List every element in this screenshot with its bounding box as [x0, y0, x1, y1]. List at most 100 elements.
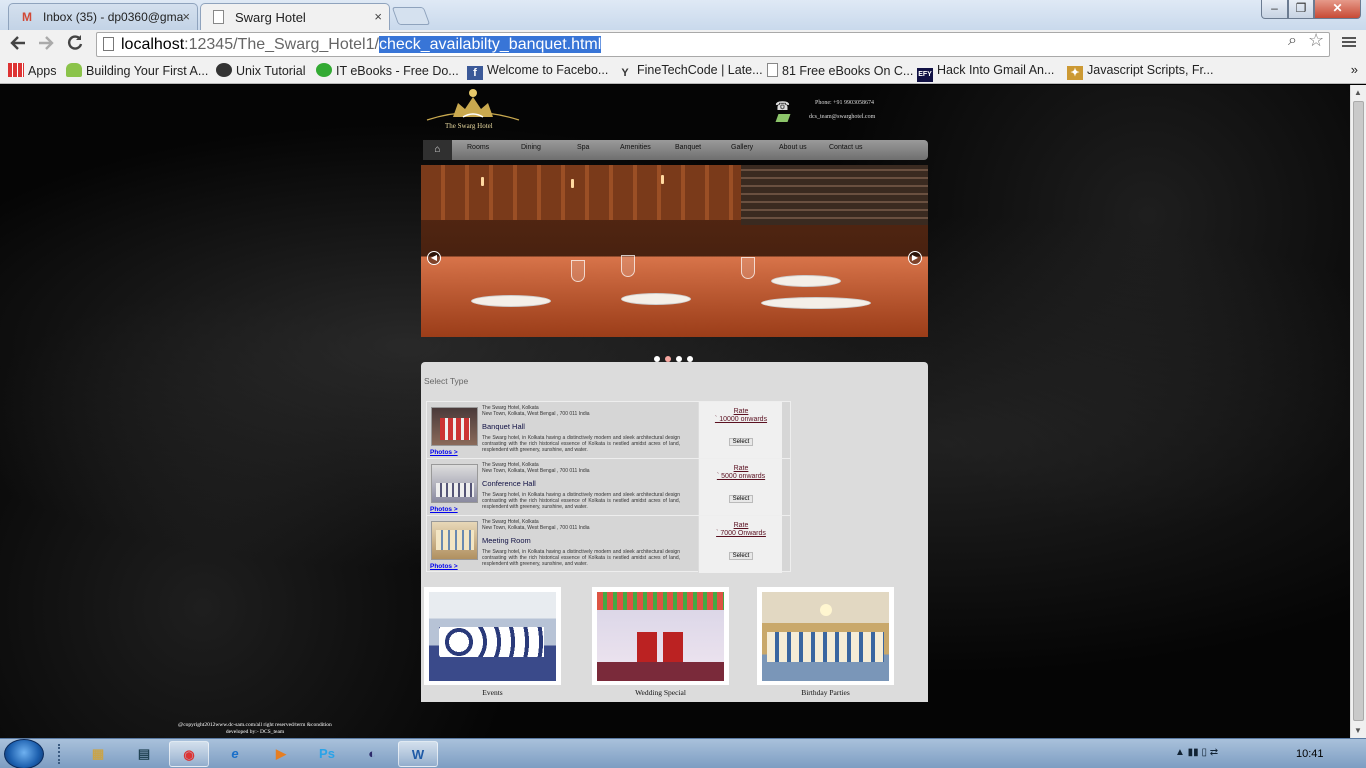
- photos-link[interactable]: Photos >: [430, 506, 458, 513]
- venue-thumbnail[interactable]: [431, 521, 478, 560]
- bookmark-javascript[interactable]: ✦ Javascript Scripts, Fr...: [1067, 63, 1213, 80]
- nav-about-us[interactable]: About us: [779, 144, 807, 151]
- rate-label: Rate: [733, 522, 749, 529]
- windows-taskbar: ▦ ▤ ◉ e ▶ Ps ◐ W ▲ ▮▮ ▯ ⇄ 10:41: [0, 738, 1366, 768]
- bookmark-facebook[interactable]: f Welcome to Facebo...: [467, 63, 608, 80]
- rate-box: Rate ` 5000 onwards Select: [698, 459, 782, 516]
- bookmark-star-icon[interactable]: ☆: [1308, 30, 1324, 51]
- system-tray-icons[interactable]: ▲ ▮▮ ▯ ⇄: [1175, 747, 1218, 758]
- slider-photo-shelf: [741, 165, 928, 225]
- photos-link[interactable]: Photos >: [430, 563, 458, 570]
- nav-dining[interactable]: Dining: [521, 144, 541, 151]
- taskbar-internet-explorer-icon[interactable]: e: [215, 741, 255, 767]
- scrollbar-thumb[interactable]: [1353, 101, 1364, 721]
- venue-thumbnail[interactable]: [431, 407, 478, 446]
- nav-contact-us[interactable]: Contact us: [829, 144, 862, 151]
- slider-glass: [741, 257, 755, 279]
- nav-rooms[interactable]: Rooms: [467, 144, 489, 151]
- gallery-card-birthday[interactable]: [757, 587, 894, 685]
- slider-glass: [621, 255, 635, 277]
- footer-developer: developed by:- DCS_team: [225, 729, 285, 735]
- tab-title: Swarg Hotel: [235, 10, 306, 25]
- tab-close-button[interactable]: ×: [182, 9, 190, 24]
- contact-phone: Phone: +91 9903058674: [815, 100, 875, 106]
- nav-spa[interactable]: Spa: [577, 144, 589, 151]
- bookmark-finetech[interactable]: Y FineTechCode | Late...: [617, 63, 762, 80]
- banquet-content-panel: Select Type Photos > The Swarg Hotel, Ko…: [421, 362, 928, 702]
- search-icon[interactable]: ⌕: [1288, 32, 1297, 50]
- home-icon[interactable]: ⌂: [423, 140, 452, 160]
- bookmarks-more-button[interactable]: »: [1351, 62, 1358, 77]
- photos-link[interactable]: Photos >: [430, 449, 458, 456]
- birthday-photo: [762, 592, 889, 681]
- nav-gallery[interactable]: Gallery: [731, 144, 753, 151]
- new-tab-button[interactable]: [391, 7, 431, 25]
- gallery-card-wedding[interactable]: [592, 587, 729, 685]
- gallery-caption: Birthday Parties: [801, 688, 850, 697]
- bookmark-unix[interactable]: Unix Tutorial: [216, 63, 305, 78]
- url-path: :12345/The_Swarg_Hotel1/: [184, 36, 379, 53]
- reload-button[interactable]: [63, 33, 87, 55]
- vertical-scrollbar[interactable]: ▲ ▼: [1350, 85, 1366, 738]
- taskbar-word-icon[interactable]: W: [398, 741, 438, 767]
- select-button[interactable]: Select: [729, 552, 753, 560]
- taskbar-windows-explorer-icon[interactable]: ▤: [124, 741, 164, 767]
- bookmark-gmail-hack[interactable]: EFY Hack Into Gmail An...: [917, 63, 1054, 82]
- venue-description: The Swarg hotel, in Kolkata having a dis…: [482, 492, 680, 510]
- venue-row-banquet-hall: Photos > The Swarg Hotel, Kolkata New To…: [426, 401, 791, 459]
- bookmark-ebooks[interactable]: 81 Free eBooks On C...: [767, 63, 913, 78]
- tab-close-button[interactable]: ×: [374, 9, 382, 24]
- rate-box: Rate ` 7000 Onwards Select: [698, 516, 782, 573]
- venue-row-meeting-room: Photos > The Swarg Hotel, Kolkata New To…: [426, 515, 791, 573]
- contact-email[interactable]: dcs_team@swarghotel.com: [809, 114, 875, 120]
- venue-name[interactable]: Meeting Room: [482, 536, 531, 545]
- taskbar-media-player-icon[interactable]: ▶: [261, 741, 301, 767]
- wedding-photo: [597, 592, 724, 681]
- maximize-button[interactable]: ❐: [1288, 0, 1314, 19]
- bookmark-apps[interactable]: Apps: [8, 63, 57, 78]
- taskbar-chrome-icon[interactable]: ◉: [169, 741, 209, 767]
- bookmark-label: Hack Into Gmail An...: [937, 63, 1055, 77]
- footer-copyright[interactable]: @copyright2012www.dc-sam.com/all right r…: [165, 722, 345, 729]
- back-button[interactable]: [6, 33, 30, 55]
- scroll-down-icon[interactable]: ▼: [1354, 726, 1362, 735]
- venue-description: The Swarg hotel, in Kolkata having a dis…: [482, 435, 680, 453]
- main-nav: ⌂ Rooms Dining Spa Amenities Banquet Gal…: [423, 140, 928, 160]
- taskbar-clock[interactable]: 10:41: [1296, 748, 1324, 760]
- bookmark-label: IT eBooks - Free Do...: [336, 64, 459, 78]
- minimize-button[interactable]: –: [1261, 0, 1288, 19]
- address-bar[interactable]: localhost:12345/The_Swarg_Hotel1/check_a…: [96, 32, 1330, 57]
- nav-amenities[interactable]: Amenities: [620, 144, 651, 151]
- page-viewport: The Swarg Hotel ☎ Phone: +91 9903058674 …: [0, 85, 1350, 738]
- tab-inbox[interactable]: M Inbox (35) - dp0360@gma ×: [8, 3, 198, 30]
- slider-next-icon[interactable]: ▶: [908, 251, 922, 265]
- nav-banquet[interactable]: Banquet: [675, 144, 701, 151]
- bookmark-label: Unix Tutorial: [236, 64, 306, 78]
- browser-toolbar: localhost:12345/The_Swarg_Hotel1/check_a…: [0, 30, 1366, 58]
- tab-swarg-hotel[interactable]: Swarg Hotel ×: [200, 3, 390, 30]
- taskbar-eclipse-icon[interactable]: ◐: [352, 741, 392, 767]
- venue-list: Photos > The Swarg Hotel, Kolkata New To…: [426, 401, 791, 573]
- select-button[interactable]: Select: [729, 438, 753, 446]
- start-button[interactable]: [4, 739, 44, 768]
- gallery-card-events[interactable]: [424, 587, 561, 685]
- slider-plate: [761, 297, 871, 309]
- venue-thumbnail[interactable]: [431, 464, 478, 503]
- slider-prev-icon[interactable]: ◀: [427, 251, 441, 265]
- chrome-menu-button[interactable]: [1342, 35, 1356, 51]
- bookmark-label: Welcome to Facebo...: [487, 63, 609, 77]
- bookmark-label: 81 Free eBooks On C...: [782, 64, 914, 78]
- taskbar-photoshop-icon[interactable]: Ps: [307, 741, 347, 767]
- venue-name[interactable]: Conference Hall: [482, 479, 536, 488]
- bookmark-itebooks[interactable]: IT eBooks - Free Do...: [316, 63, 459, 78]
- close-window-button[interactable]: ✕: [1314, 0, 1361, 19]
- forward-button[interactable]: [34, 33, 58, 55]
- scroll-up-icon[interactable]: ▲: [1354, 88, 1362, 97]
- logo-text: The Swarg Hotel: [445, 122, 493, 130]
- js-icon: ✦: [1067, 66, 1083, 80]
- gallery-caption: Events: [482, 688, 503, 697]
- taskbar-explorer-icon[interactable]: ▦: [78, 741, 118, 767]
- select-button[interactable]: Select: [729, 495, 753, 503]
- venue-name[interactable]: Banquet Hall: [482, 422, 525, 431]
- bookmark-android[interactable]: Building Your First A...: [66, 63, 208, 78]
